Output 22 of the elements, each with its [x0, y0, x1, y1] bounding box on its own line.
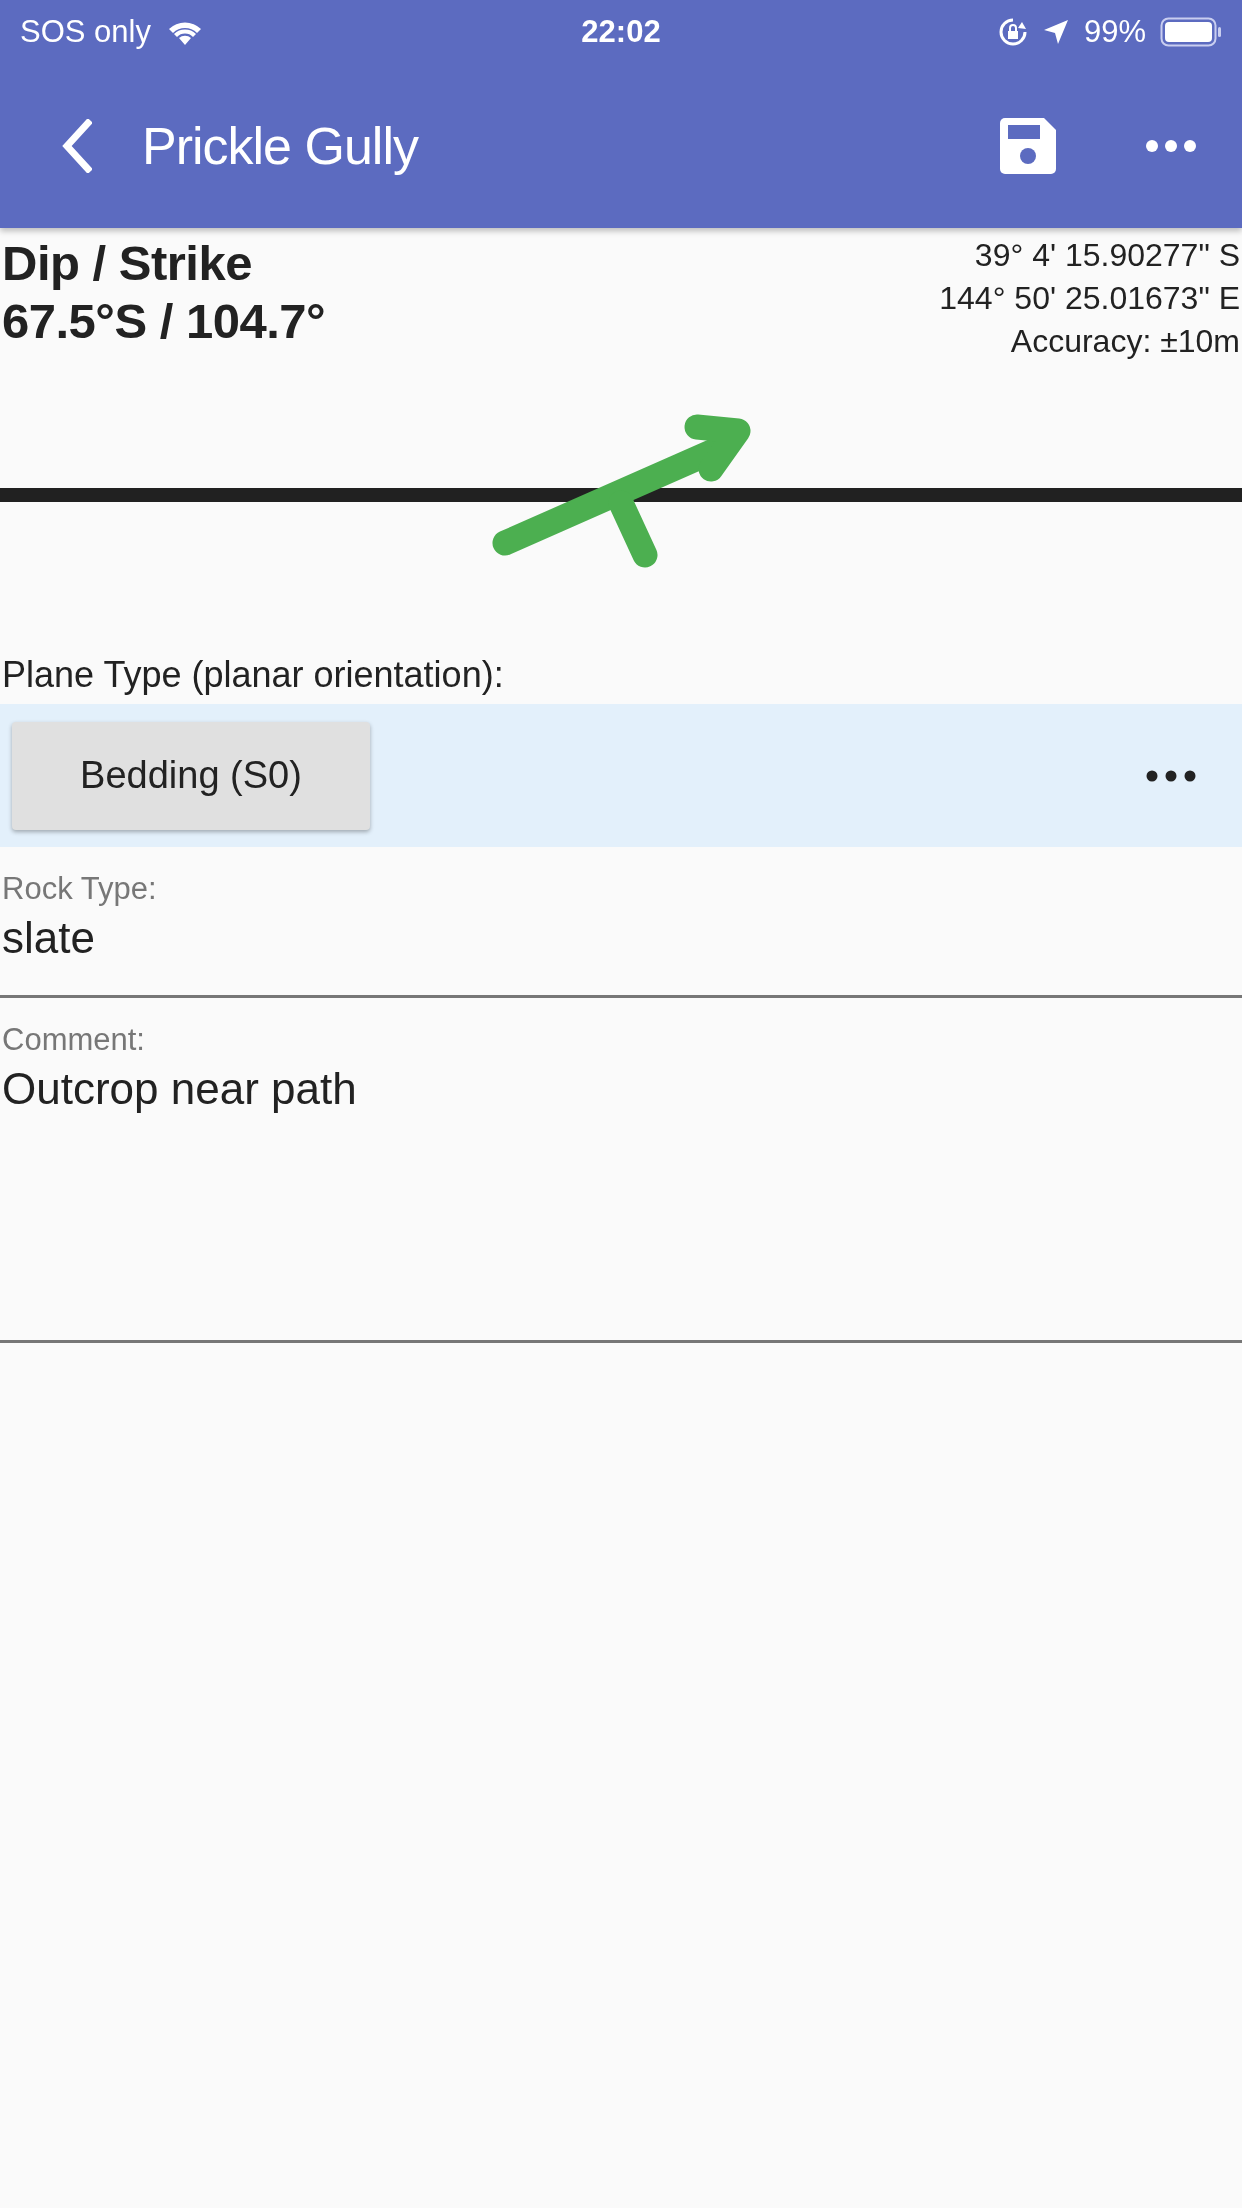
text-field[interactable]: Rock Type: slate — [0, 869, 1242, 995]
plane-type-label: Plane Type (planar orientation): — [2, 654, 504, 695]
accuracy-text: Accuracy: ±10m — [1009, 322, 1240, 361]
screen-title: Prickle Gully — [142, 116, 420, 176]
status-time: 22:02 — [581, 14, 661, 49]
more-icon[interactable] — [1146, 769, 1196, 782]
measurement-label: Dip / Strike — [2, 235, 253, 292]
carrier-name: SOS only — [20, 14, 151, 50]
plane-type-button[interactable]: Bedding (S0) — [12, 721, 370, 830]
field-value: slate — [2, 912, 96, 964]
rotation-lock-icon — [997, 17, 1028, 47]
latitude-text: 39° 4' 15.90277" S — [973, 236, 1240, 275]
battery-icon — [1160, 17, 1222, 47]
field-label: Comment: — [2, 1021, 146, 1059]
save-icon[interactable] — [1000, 118, 1056, 174]
longitude-text: 144° 50' 25.01673" E — [939, 279, 1240, 318]
text-field[interactable]: Comment: Outcrop near path — [0, 1020, 1242, 1340]
battery-percent: 99% — [1083, 14, 1146, 50]
back-icon[interactable] — [62, 119, 92, 173]
measurement-value: 67.5°S / 104.7° — [2, 293, 326, 350]
field-value: Outcrop near path — [2, 1063, 358, 1115]
field-label: Rock Type: — [2, 870, 158, 908]
